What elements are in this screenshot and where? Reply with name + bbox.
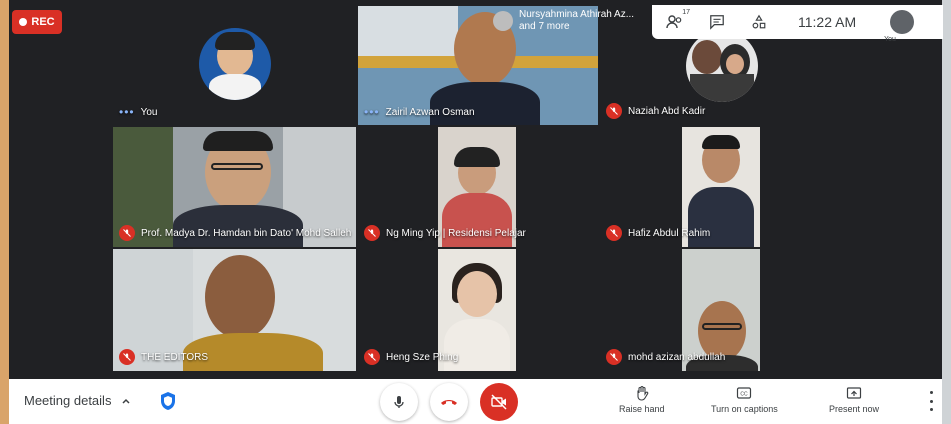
chat-icon[interactable]	[708, 13, 726, 31]
hand-icon	[637, 385, 649, 401]
captions-button[interactable]: CC Turn on captions	[711, 385, 778, 414]
tile-name: Hafiz Abdul Rahim	[606, 225, 710, 241]
microphone-icon	[394, 396, 404, 408]
video-tile-you[interactable]: ••• You	[113, 6, 356, 125]
meeting-details-button[interactable]: Meeting details	[24, 393, 131, 408]
presenting-notice: Nursyahmina Athirah Az... and 7 more	[493, 6, 634, 36]
video-tile-hafiz[interactable]: Hafiz Abdul Rahim	[600, 127, 843, 247]
video-tile-the-editors[interactable]: THE EDITORS	[113, 249, 356, 371]
camera-button[interactable]	[480, 383, 518, 421]
video-tile-ng-ming-yip[interactable]: Ng Ming Yip | Residensi Pelajar	[358, 127, 598, 247]
present-now-button[interactable]: Present now	[829, 385, 879, 414]
mic-off-icon	[606, 225, 622, 241]
tile-name: ••• Zairil Azwan Osman	[364, 105, 475, 119]
self-label: You	[884, 36, 896, 43]
mic-off-icon	[119, 225, 135, 241]
video-tile-mohd-azizan[interactable]: mohd azizan abdullah	[600, 249, 843, 371]
more-options-icon[interactable]	[928, 391, 934, 411]
tile-name: Naziah Abd Kadir	[606, 103, 705, 119]
clock: 11:22 AM	[798, 14, 857, 30]
mic-off-icon	[364, 225, 380, 241]
tile-name: ••• You	[119, 105, 158, 119]
tile-name: Ng Ming Yip | Residensi Pelajar	[364, 225, 526, 241]
mic-off-icon	[119, 349, 135, 365]
avatar	[199, 28, 271, 100]
recording-badge: REC	[12, 10, 62, 34]
people-icon[interactable]: 17	[666, 9, 690, 31]
chevron-up-icon	[122, 398, 130, 404]
meet-window: ••• You ••• Zairil Azwan Osman Naziah Abd …	[0, 0, 951, 424]
present-icon	[846, 387, 862, 399]
recording-dot-icon	[19, 18, 28, 26]
tile-name: THE EDITORS	[119, 349, 208, 365]
audio-indicator-icon: •••	[364, 105, 380, 119]
mic-off-icon	[606, 103, 622, 119]
top-toolbar: 17 11:22 AM You	[652, 5, 943, 43]
closed-captions-icon: CC	[737, 387, 752, 399]
camera-off-icon	[491, 394, 507, 410]
mic-off-icon	[606, 349, 622, 365]
svg-text:CC: CC	[741, 392, 749, 398]
avatar	[686, 30, 758, 102]
tile-name: mohd azizan abdullah	[606, 349, 725, 365]
shield-icon[interactable]	[159, 391, 177, 411]
microphone-button[interactable]	[380, 383, 418, 421]
participant-count: 17	[682, 9, 690, 16]
leave-call-button[interactable]	[430, 383, 468, 421]
video-tile-heng-sze-phing[interactable]: Heng Sze Phing	[358, 249, 598, 371]
video-tile-hamdan[interactable]: Prof. Madya Dr. Hamdan bin Dato' Mohd Sa…	[113, 127, 356, 247]
tile-name: Prof. Madya Dr. Hamdan bin Dato' Mohd Sa…	[119, 225, 351, 241]
tile-name: Heng Sze Phing	[364, 349, 458, 365]
bottom-toolbar: Meeting details Raise hand CC Turn on ca…	[9, 379, 942, 424]
hang-up-icon	[441, 400, 457, 405]
avatar[interactable]: You	[884, 10, 915, 43]
background-edge-right	[942, 0, 951, 424]
raise-hand-button[interactable]: Raise hand	[619, 385, 665, 414]
avatar	[493, 11, 513, 31]
activities-icon[interactable]	[750, 13, 768, 31]
audio-indicator-icon: •••	[119, 105, 135, 119]
background-edge-left	[0, 0, 9, 424]
mic-off-icon	[364, 349, 380, 365]
